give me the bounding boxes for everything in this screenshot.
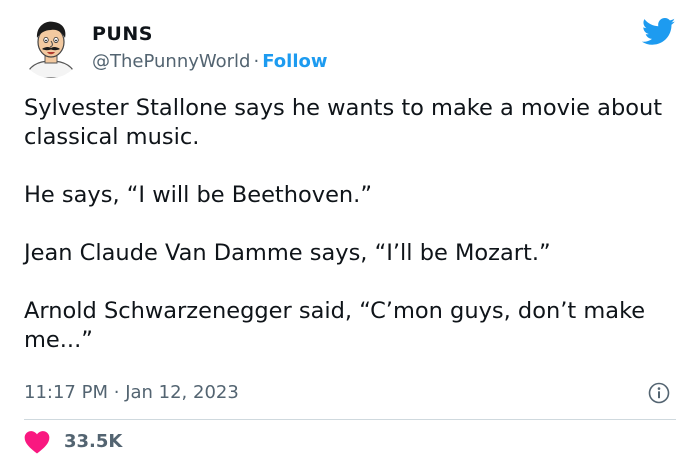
heart-icon	[24, 431, 50, 454]
tweet-paragraph: Arnold Schwarzenegger said, “C’mon guys,…	[24, 298, 646, 353]
tweet-paragraph: He says, “I will be Beethoven.”	[24, 182, 372, 208]
like-count: 33.5K	[64, 431, 123, 452]
meta-separator: ·	[253, 51, 260, 72]
tweet-paragraph: Jean Claude Van Damme says, “I’ll be Moz…	[24, 240, 551, 266]
tweet-card: PUNS @ThePunnyWorld · Follow Sylvester Sta…	[0, 0, 700, 471]
author-handle[interactable]: @ThePunnyWorld	[92, 51, 250, 72]
info-icon[interactable]	[648, 382, 670, 404]
tweet-text: Sylvester Stallone says he wants to make…	[24, 94, 676, 355]
divider	[24, 419, 676, 420]
tweet-timestamp[interactable]: 11:17 PM · Jan 12, 2023	[24, 381, 239, 405]
tweet-date: Jan 12, 2023	[125, 382, 239, 403]
author-meta: @ThePunnyWorld · Follow	[92, 50, 328, 74]
follow-button[interactable]: Follow	[262, 51, 327, 72]
avatar-image	[25, 21, 77, 78]
tweet-time: 11:17 PM	[24, 382, 108, 403]
like-button[interactable]: 33.5K	[24, 428, 122, 456]
author-name[interactable]: PUNS	[92, 22, 153, 46]
tweet-paragraph: Sylvester Stallone says he wants to make…	[24, 95, 663, 150]
timestamp-separator: ·	[113, 382, 120, 403]
twitter-bird-icon[interactable]	[642, 18, 676, 46]
avatar[interactable]	[20, 16, 82, 78]
